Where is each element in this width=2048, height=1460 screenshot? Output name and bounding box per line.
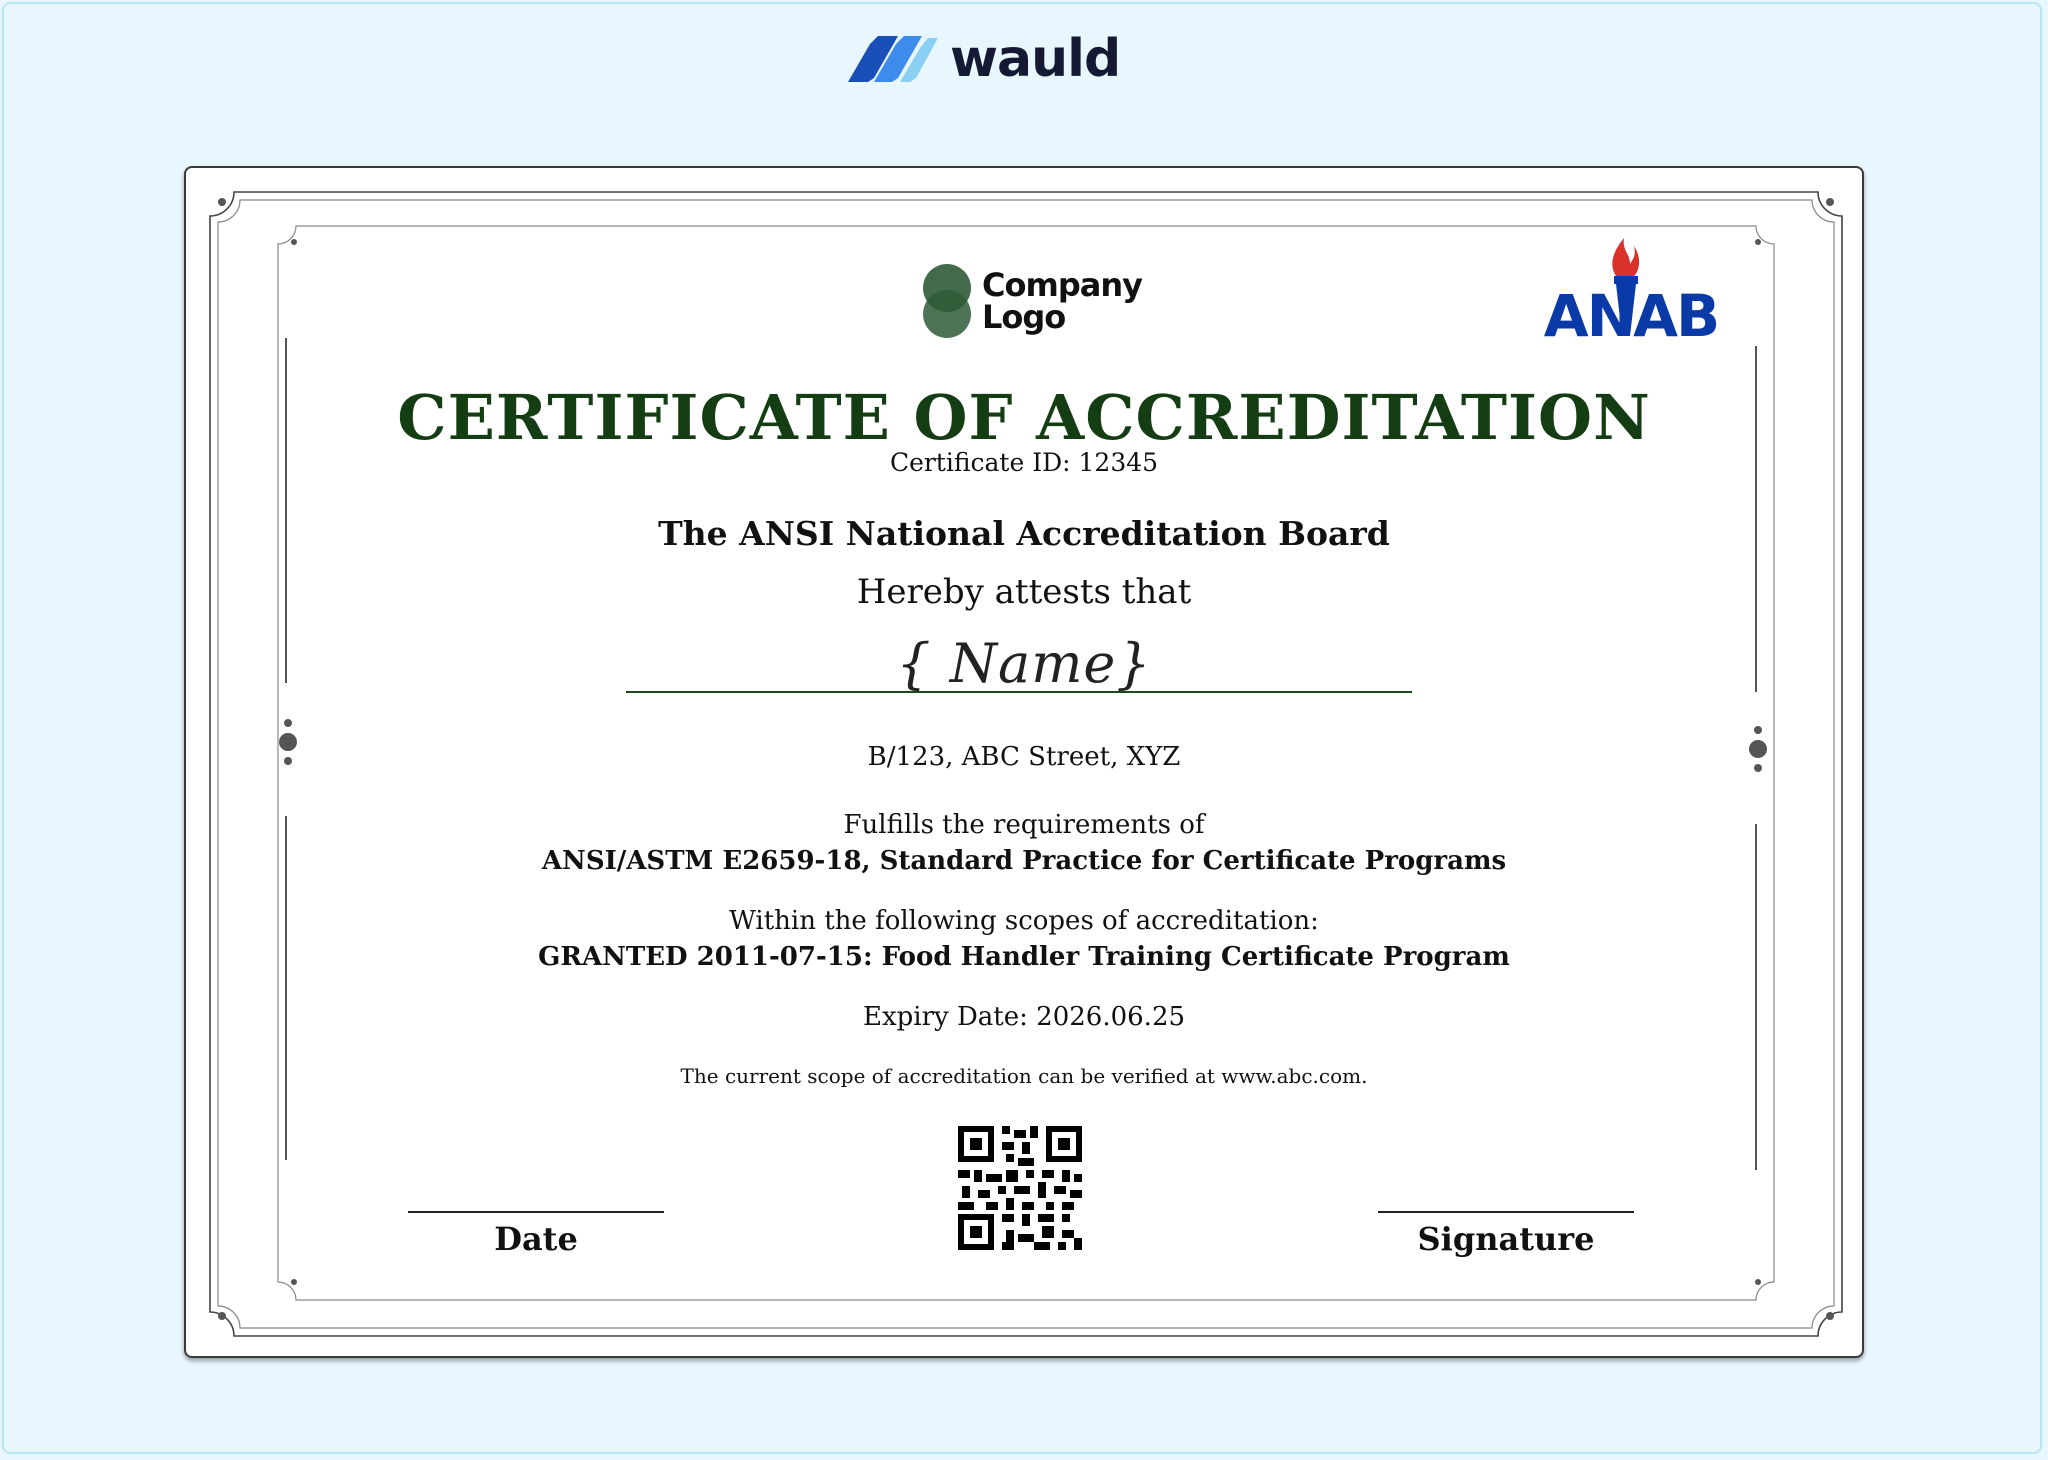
certificate: Company Logo ANAB CERTIFICATE OF ACCREDI… bbox=[184, 166, 1864, 1358]
company-logo-line2: Logo bbox=[982, 298, 1066, 336]
company-logo-text: Company Logo bbox=[982, 266, 1143, 336]
attests-text: Hereby attests that bbox=[856, 572, 1192, 612]
recipient-address: B/123, ABC Street, XYZ bbox=[867, 742, 1181, 772]
recipient-name-placeholder[interactable]: { Name} bbox=[186, 632, 1862, 695]
certificate-id: Certificate ID: 12345 bbox=[889, 448, 1159, 477]
scopes-intro: Within the following scopes of accredita… bbox=[729, 906, 1319, 936]
brand-header: wauld bbox=[834, 29, 1121, 89]
qr-code-icon[interactable] bbox=[958, 1126, 1082, 1250]
anab-logo: ANAB bbox=[1544, 238, 1720, 340]
company-logo-line1: Company bbox=[982, 266, 1143, 304]
signature-label: Signature bbox=[1417, 1220, 1595, 1258]
date-line bbox=[408, 1211, 664, 1213]
issuer-name: The ANSI National Accreditation Board bbox=[658, 514, 1390, 553]
company-logo-icon bbox=[923, 264, 971, 338]
verification-note: The current scope of accreditation can b… bbox=[680, 1064, 1368, 1088]
anab-logo-text: ANAB bbox=[1544, 282, 1719, 340]
standard-name: ANSI/ASTM E2659-18, Standard Practice fo… bbox=[541, 846, 1507, 876]
certificate-title: CERTIFICATE OF ACCREDITATION bbox=[397, 381, 1651, 454]
brand-name: wauld bbox=[950, 29, 1121, 89]
name-underline bbox=[626, 691, 1412, 693]
fulfills-intro: Fulfills the requirements of bbox=[843, 810, 1205, 840]
scope-granted: GRANTED 2011-07-15: Food Handler Trainin… bbox=[538, 942, 1510, 972]
expiry-date: Expiry Date: 2026.06.25 bbox=[862, 1002, 1186, 1032]
company-logo: Company Logo bbox=[922, 262, 1143, 340]
signature-line bbox=[1378, 1211, 1634, 1213]
date-label: Date bbox=[494, 1220, 578, 1258]
wauld-logo-icon bbox=[848, 36, 938, 82]
